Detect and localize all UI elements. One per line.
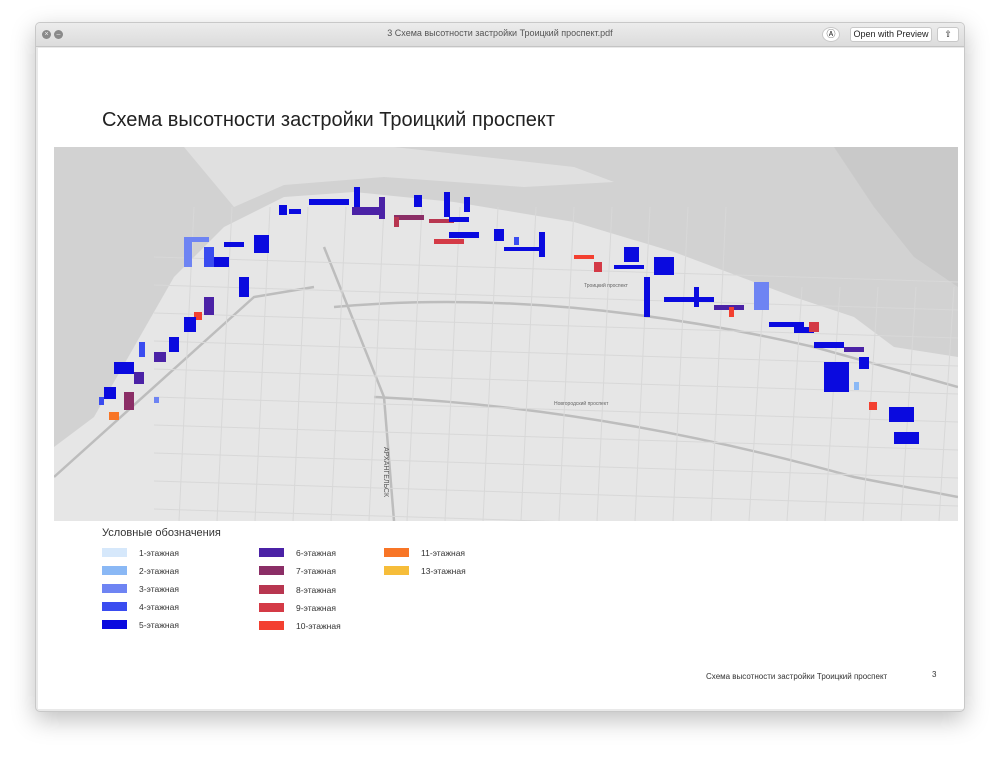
building bbox=[169, 337, 179, 352]
legend-swatch bbox=[259, 566, 284, 575]
building bbox=[664, 297, 714, 302]
building bbox=[814, 342, 844, 348]
legend-swatch bbox=[259, 585, 284, 594]
building bbox=[184, 317, 196, 332]
pen-circle-icon[interactable]: Ⓐ bbox=[822, 27, 840, 42]
legend-swatch bbox=[102, 620, 127, 629]
building bbox=[449, 217, 469, 222]
legend-label: 9-этажная bbox=[296, 603, 336, 613]
legend-heading: Условные обозначения bbox=[102, 527, 221, 539]
legend-swatch bbox=[102, 548, 127, 557]
building bbox=[769, 322, 804, 327]
building bbox=[644, 277, 650, 317]
building bbox=[204, 247, 214, 267]
pdf-page: Схема высотности застройки Троицкий прос… bbox=[38, 48, 964, 709]
building bbox=[289, 209, 301, 214]
legend-label: 2-этажная bbox=[139, 566, 179, 576]
legend-label: 1-этажная bbox=[139, 548, 179, 558]
building bbox=[259, 242, 267, 252]
building bbox=[824, 362, 849, 392]
building bbox=[889, 407, 914, 422]
legend-swatch bbox=[259, 548, 284, 557]
building bbox=[504, 247, 544, 251]
building bbox=[434, 239, 464, 244]
map-label-troitsky: Троицкий проспект bbox=[584, 282, 629, 289]
building bbox=[99, 397, 104, 405]
legend-label: 3-этажная bbox=[139, 584, 179, 594]
building bbox=[114, 362, 134, 374]
legend-label: 10-этажная bbox=[296, 621, 341, 631]
building bbox=[624, 247, 639, 262]
legend-label: 8-этажная bbox=[296, 585, 336, 595]
building bbox=[214, 257, 229, 267]
building bbox=[444, 192, 450, 217]
building bbox=[279, 205, 287, 215]
page-number: 3 bbox=[932, 670, 937, 679]
legend-swatch bbox=[102, 566, 127, 575]
height-map: АРХАНГЕЛЬСК Новгородский проспект Троицк… bbox=[53, 147, 959, 535]
building bbox=[614, 265, 644, 269]
building bbox=[154, 352, 166, 362]
building bbox=[354, 187, 360, 207]
building bbox=[869, 402, 877, 410]
legend-label: 6-этажная bbox=[296, 548, 336, 558]
building bbox=[859, 357, 869, 369]
legend-label: 11-этажная bbox=[421, 548, 466, 558]
building bbox=[394, 217, 399, 227]
building bbox=[184, 242, 192, 267]
building bbox=[104, 387, 116, 399]
building bbox=[184, 237, 209, 242]
building bbox=[124, 392, 134, 410]
page-title: Схема высотности застройки Троицкий прос… bbox=[102, 109, 556, 131]
building bbox=[239, 277, 249, 297]
legend-label: 4-этажная bbox=[139, 602, 179, 612]
building bbox=[514, 237, 519, 245]
building bbox=[134, 372, 144, 384]
building bbox=[449, 232, 479, 238]
legend-label: 13-этажная bbox=[421, 566, 466, 576]
building bbox=[809, 322, 819, 332]
building bbox=[154, 397, 159, 403]
legend-swatch bbox=[384, 566, 409, 575]
open-with-preview-button[interactable]: Open with Preview bbox=[850, 27, 932, 42]
building bbox=[414, 195, 422, 207]
building bbox=[694, 287, 699, 307]
legend-swatch bbox=[384, 548, 409, 557]
building bbox=[379, 197, 385, 219]
building bbox=[224, 242, 244, 247]
quicklook-window: × – 3 Схема высотности застройки Троицки… bbox=[35, 22, 965, 712]
building bbox=[539, 232, 545, 257]
building bbox=[729, 307, 734, 317]
title-bar: × – 3 Схема высотности застройки Троицки… bbox=[36, 23, 964, 47]
map-label-novgorodsky: Новгородский проспект bbox=[554, 400, 609, 407]
building bbox=[844, 347, 864, 352]
map-svg: АРХАНГЕЛЬСК Новгородский проспект Троицк… bbox=[53, 147, 959, 535]
legend-swatch bbox=[102, 584, 127, 593]
map-label-city: АРХАНГЕЛЬСК bbox=[382, 447, 389, 498]
legend-label: 5-этажная bbox=[139, 620, 179, 630]
building bbox=[894, 432, 919, 444]
building bbox=[464, 197, 470, 212]
legend-swatch bbox=[259, 603, 284, 612]
legend-swatch bbox=[102, 602, 127, 611]
building bbox=[754, 282, 769, 310]
share-icon[interactable]: ⇧ bbox=[937, 27, 959, 42]
legend-swatch bbox=[259, 621, 284, 630]
legend-label: 7-этажная bbox=[296, 566, 336, 576]
footer-text: Схема высотности застройки Троицкий прос… bbox=[706, 672, 888, 681]
building bbox=[309, 199, 349, 205]
building bbox=[654, 257, 674, 275]
building bbox=[139, 342, 145, 357]
building bbox=[494, 229, 504, 241]
building bbox=[854, 382, 859, 390]
building bbox=[109, 412, 119, 420]
building bbox=[594, 262, 602, 272]
building bbox=[204, 297, 214, 315]
building bbox=[352, 207, 382, 215]
building bbox=[574, 255, 594, 259]
